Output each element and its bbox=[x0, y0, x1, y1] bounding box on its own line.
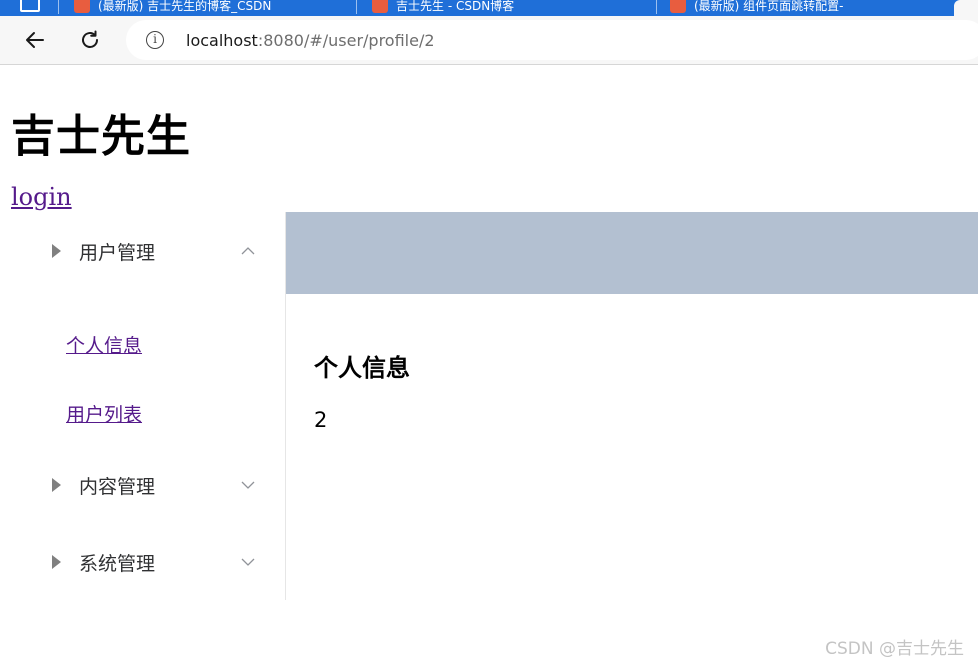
tab-separator bbox=[356, 0, 357, 14]
tab-separator bbox=[58, 0, 59, 14]
csdn-favicon-icon bbox=[74, 0, 90, 13]
menu-label: 系统管理 bbox=[79, 552, 156, 575]
url-text[interactable]: localhost:8080/#/user/profile/2 bbox=[186, 31, 435, 50]
menu-system-management[interactable]: 系统管理 bbox=[0, 534, 285, 590]
back-button[interactable] bbox=[21, 26, 49, 54]
reload-button[interactable] bbox=[76, 26, 104, 54]
chevron-down-icon bbox=[241, 481, 255, 489]
tab-1[interactable]: (最新版) 吉士先生的博客_CSDN bbox=[74, 0, 344, 16]
login-link[interactable]: login bbox=[11, 183, 72, 211]
url-host: localhost bbox=[186, 30, 258, 50]
watermark: CSDN @吉士先生 bbox=[825, 639, 964, 659]
back-arrow-icon bbox=[26, 32, 44, 48]
csdn-favicon-icon bbox=[670, 0, 686, 13]
address-bar[interactable]: i localhost:8080/#/user/profile/2 bbox=[126, 20, 978, 60]
main-header bbox=[286, 212, 978, 294]
active-tab[interactable] bbox=[954, 0, 978, 16]
sidebar-menu: 用户管理 个人信息 用户列表 内容管理 系统管理 bbox=[0, 212, 286, 600]
sidebar-item-profile[interactable]: 个人信息 bbox=[66, 331, 142, 358]
tab-title: (最新版) 组件页面跳转配置- bbox=[694, 0, 844, 13]
caret-right-icon bbox=[52, 478, 61, 492]
menu-content-management[interactable]: 内容管理 bbox=[0, 457, 285, 513]
tab-actions-icon[interactable] bbox=[20, 0, 40, 12]
menu-label: 用户管理 bbox=[79, 241, 156, 264]
tab-3[interactable]: (最新版) 组件页面跳转配置- bbox=[670, 0, 950, 16]
tab-2[interactable]: 吉士先生 - CSDN博客 bbox=[372, 0, 652, 16]
profile-id-value: 2 bbox=[314, 408, 328, 432]
sidebar-item-user-list[interactable]: 用户列表 bbox=[66, 400, 142, 427]
caret-right-icon bbox=[52, 555, 61, 569]
tab-title: 吉士先生 - CSDN博客 bbox=[396, 0, 515, 13]
reload-icon bbox=[82, 30, 98, 48]
url-path: :8080/#/user/profile/2 bbox=[257, 30, 435, 50]
content-heading: 个人信息 bbox=[314, 354, 410, 382]
caret-right-icon bbox=[52, 244, 61, 258]
browser-toolbar: i localhost:8080/#/user/profile/2 bbox=[0, 16, 978, 65]
tab-title: (最新版) 吉士先生的博客_CSDN bbox=[98, 0, 272, 13]
main-content: 个人信息 2 bbox=[286, 212, 978, 600]
site-title: 吉士先生 bbox=[11, 111, 191, 162]
site-info-icon[interactable]: i bbox=[146, 31, 164, 49]
menu-user-management[interactable]: 用户管理 bbox=[0, 223, 285, 279]
csdn-favicon-icon bbox=[372, 0, 388, 13]
browser-tab-bar: (最新版) 吉士先生的博客_CSDN 吉士先生 - CSDN博客 (最新版) 组… bbox=[0, 0, 978, 16]
chevron-up-icon bbox=[241, 247, 255, 255]
menu-label: 内容管理 bbox=[79, 475, 156, 498]
chevron-down-icon bbox=[241, 558, 255, 566]
tab-separator bbox=[656, 0, 657, 14]
